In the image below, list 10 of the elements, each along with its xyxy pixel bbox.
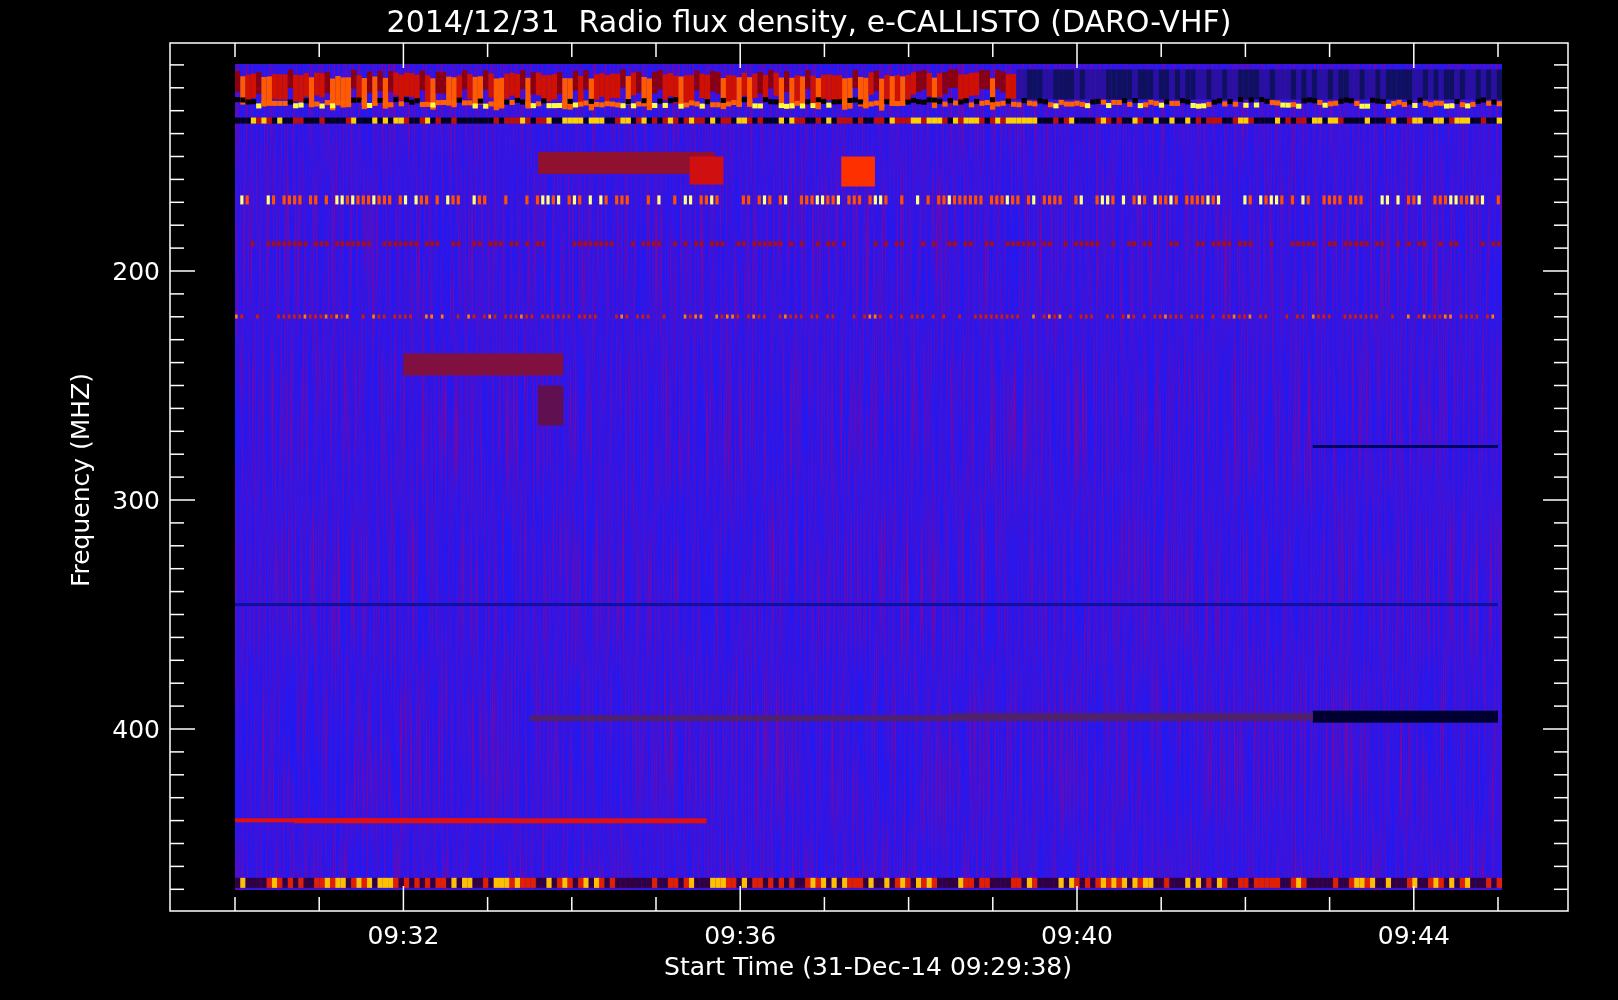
x-tick-label: 09:40 bbox=[1041, 921, 1113, 950]
chart-title: 2014/12/31 Radio flux density, e-CALLISTO (DARO-VHF) bbox=[386, 4, 1232, 39]
x-axis-label: Start Time (31-Dec-14 09:29:38) bbox=[664, 952, 1072, 981]
x-tick-label: 09:44 bbox=[1377, 921, 1450, 950]
y-tick-label: 400 bbox=[112, 715, 160, 744]
y-tick-label: 300 bbox=[112, 486, 160, 515]
x-tick-label: 09:32 bbox=[367, 921, 440, 950]
y-tick-label: 200 bbox=[112, 257, 160, 286]
y-axis-label: Frequency (MHZ) bbox=[66, 372, 95, 588]
x-tick-label: 09:36 bbox=[704, 921, 777, 950]
